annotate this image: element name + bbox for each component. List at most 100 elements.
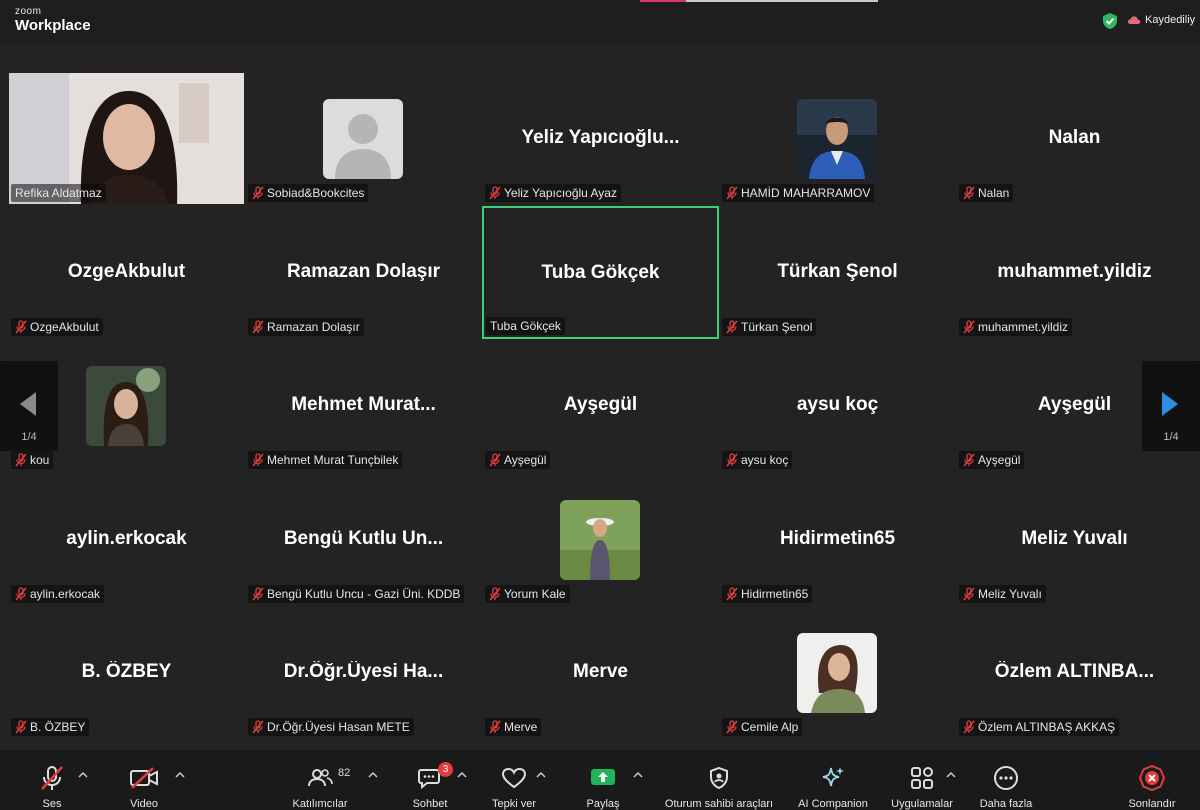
participant-display-name: Hidirmetin65 <box>779 528 896 549</box>
video-options-chevron-icon[interactable] <box>175 770 185 780</box>
participant-tile[interactable]: Refika Aldatmaz <box>8 72 245 205</box>
participant-name-label: Bengü Kutlu Uncu - Gazi Üni. KDDB <box>248 585 465 603</box>
participant-tile[interactable]: Meliz Yuvalı Meliz Yuvalı <box>956 473 1193 606</box>
next-page-button[interactable]: 1/4 <box>1142 361 1200 451</box>
share-options-chevron-icon[interactable] <box>633 770 643 780</box>
participant-tile[interactable]: Özlem ALTINBA... Özlem ALTINBAŞ AKKAŞ <box>956 606 1193 739</box>
mic-muted-icon <box>252 720 264 734</box>
participant-name-label: Özlem ALTINBAŞ AKKAŞ <box>959 718 1120 736</box>
participant-name-label: OzgeAkbulut <box>11 318 103 336</box>
participant-tile[interactable]: Merve Merve <box>482 606 719 739</box>
participant-name: HAMİD MAHARRAMOV <box>741 186 871 200</box>
participant-name-label: Nalan <box>959 184 1014 202</box>
mic-muted-icon <box>252 186 264 200</box>
participant-tile[interactable]: Yeliz Yapıcıoğlu... Yeliz Yapıcıoğlu Ayaz <box>482 72 719 205</box>
security-shield-icon[interactable] <box>1101 12 1119 30</box>
participant-name: aysu koç <box>741 453 789 467</box>
participant-name: Hidirmetin65 <box>741 587 809 601</box>
zoom-logo: zoom Workplace <box>15 7 91 34</box>
participant-name-label: HAMİD MAHARRAMOV <box>722 184 875 202</box>
cloud-record-icon <box>1127 16 1141 24</box>
participant-name-label: Ramazan Dolaşır <box>248 318 364 336</box>
participant-tile[interactable]: muhammet.yildiz muhammet.yildiz <box>956 206 1193 339</box>
profile-photo-man <box>797 99 877 179</box>
mic-muted-icon <box>15 720 27 734</box>
audio-label: Ses <box>42 798 62 810</box>
meeting-toolbar: Ses Video Katılımcılar 82 3 Sohbet Tepki… <box>0 750 1200 810</box>
audio-options-chevron-icon[interactable] <box>78 770 88 780</box>
participant-tile[interactable]: Ayşegül Ayşegül <box>482 339 719 472</box>
participant-name-label: Türkan Şenol <box>722 318 817 336</box>
more-button[interactable]: Daha fazla <box>966 764 1046 810</box>
end-meeting-button[interactable]: Sonlandır <box>1112 764 1192 810</box>
participant-name-label: Dr.Öğr.Üyesi Hasan METE <box>248 718 414 736</box>
participant-display-name: OzgeAkbulut <box>67 261 186 282</box>
participant-name-label: Merve <box>485 718 542 736</box>
share-button[interactable]: Paylaş <box>563 764 643 810</box>
participant-display-name: Yeliz Yapıcıoğlu... <box>521 127 680 148</box>
mic-muted-icon <box>15 587 27 601</box>
participant-photo <box>86 366 166 446</box>
ai-companion-label: AI Companion <box>798 798 868 810</box>
participant-tile[interactable]: Cemile Alp <box>719 606 956 739</box>
mic-muted-icon <box>726 320 738 334</box>
participant-name: kou <box>30 453 50 467</box>
participant-photo <box>323 99 403 179</box>
participant-name: Cemile Alp <box>741 720 799 734</box>
participant-name-label: Refika Aldatmaz <box>11 184 106 202</box>
mic-muted-icon <box>963 320 975 334</box>
participant-tile[interactable]: Mehmet Murat... Mehmet Murat Tunçbilek <box>245 339 482 472</box>
participant-name: Sobiad&Bookcites <box>267 186 365 200</box>
participant-name-label: Hidirmetin65 <box>722 585 813 603</box>
more-dots-icon <box>994 766 1018 790</box>
participant-grid: Refika Aldatmaz Sobiad&Bookcites Yeliz Yap… <box>8 72 1193 740</box>
participant-name: B. ÖZBEY <box>30 720 86 734</box>
top-progress-strip <box>640 0 878 2</box>
participants-options-chevron-icon[interactable] <box>368 770 378 780</box>
previous-page-button[interactable]: 1/4 <box>0 361 58 451</box>
arrow-left-icon <box>20 392 36 416</box>
recording-indicator[interactable]: Kaydediliy <box>1127 14 1195 26</box>
participant-display-name: Ayşegül <box>563 394 638 415</box>
participant-tile[interactable]: Hidirmetin65 Hidirmetin65 <box>719 473 956 606</box>
video-button[interactable]: Video <box>104 764 184 810</box>
host-tools-button[interactable]: Oturum sahibi araçları <box>657 764 781 810</box>
participant-name-label: muhammet.yildiz <box>959 318 1073 336</box>
mic-muted-icon <box>41 766 63 790</box>
participant-name: Mehmet Murat Tunçbilek <box>267 453 399 467</box>
participant-tile[interactable]: B. ÖZBEY B. ÖZBEY <box>8 606 245 739</box>
participant-name: Dr.Öğr.Üyesi Hasan METE <box>267 720 410 734</box>
end-meeting-label: Sonlandır <box>1128 798 1176 810</box>
participant-tile[interactable]: Bengü Kutlu Un... Bengü Kutlu Uncu - Gazi… <box>245 473 482 606</box>
participant-tile[interactable]: Sobiad&Bookcites <box>245 72 482 205</box>
mic-muted-icon <box>963 587 975 601</box>
ai-companion-button[interactable]: AI Companion <box>789 764 877 810</box>
chat-unread-badge: 3 <box>438 762 453 777</box>
participant-name-label: aysu koç <box>722 451 793 469</box>
participant-tile[interactable]: aysu koç aysu koç <box>719 339 956 472</box>
participant-display-name: Dr.Öğr.Üyesi Ha... <box>283 661 444 682</box>
mic-muted-icon <box>726 720 738 734</box>
participant-tile[interactable]: Ramazan Dolaşır Ramazan Dolaşır <box>245 206 482 339</box>
mic-muted-icon <box>726 587 738 601</box>
participant-tile[interactable]: HAMİD MAHARRAMOV <box>719 72 956 205</box>
chat-options-chevron-icon[interactable] <box>457 770 467 780</box>
participant-tile[interactable]: Türkan Şenol Türkan Şenol <box>719 206 956 339</box>
participant-tile[interactable]: OzgeAkbulut OzgeAkbulut <box>8 206 245 339</box>
participant-tile[interactable]: Yorum Kale <box>482 473 719 606</box>
participant-display-name: Nalan <box>1048 127 1101 148</box>
recording-text: Kaydediliy <box>1145 14 1196 26</box>
participant-tile[interactable]: Nalan Nalan <box>956 72 1193 205</box>
participant-tile[interactable]: Dr.Öğr.Üyesi Ha... Dr.Öğr.Üyesi Hasan MET… <box>245 606 482 739</box>
react-options-chevron-icon[interactable] <box>536 770 546 780</box>
participant-name: aylin.erkocak <box>30 587 101 601</box>
host-tools-label: Oturum sahibi araçları <box>664 798 774 810</box>
end-meeting-icon <box>1139 765 1165 791</box>
react-label: Tepki ver <box>491 798 537 810</box>
apps-options-chevron-icon[interactable] <box>946 770 956 780</box>
mic-muted-icon <box>963 453 975 467</box>
mic-muted-icon <box>489 587 501 601</box>
participant-tile[interactable]: Tuba Gökçek Tuba Gökçek <box>482 206 719 339</box>
participant-tile[interactable]: aylin.erkocak aylin.erkocak <box>8 473 245 606</box>
arrow-right-icon <box>1162 392 1178 416</box>
